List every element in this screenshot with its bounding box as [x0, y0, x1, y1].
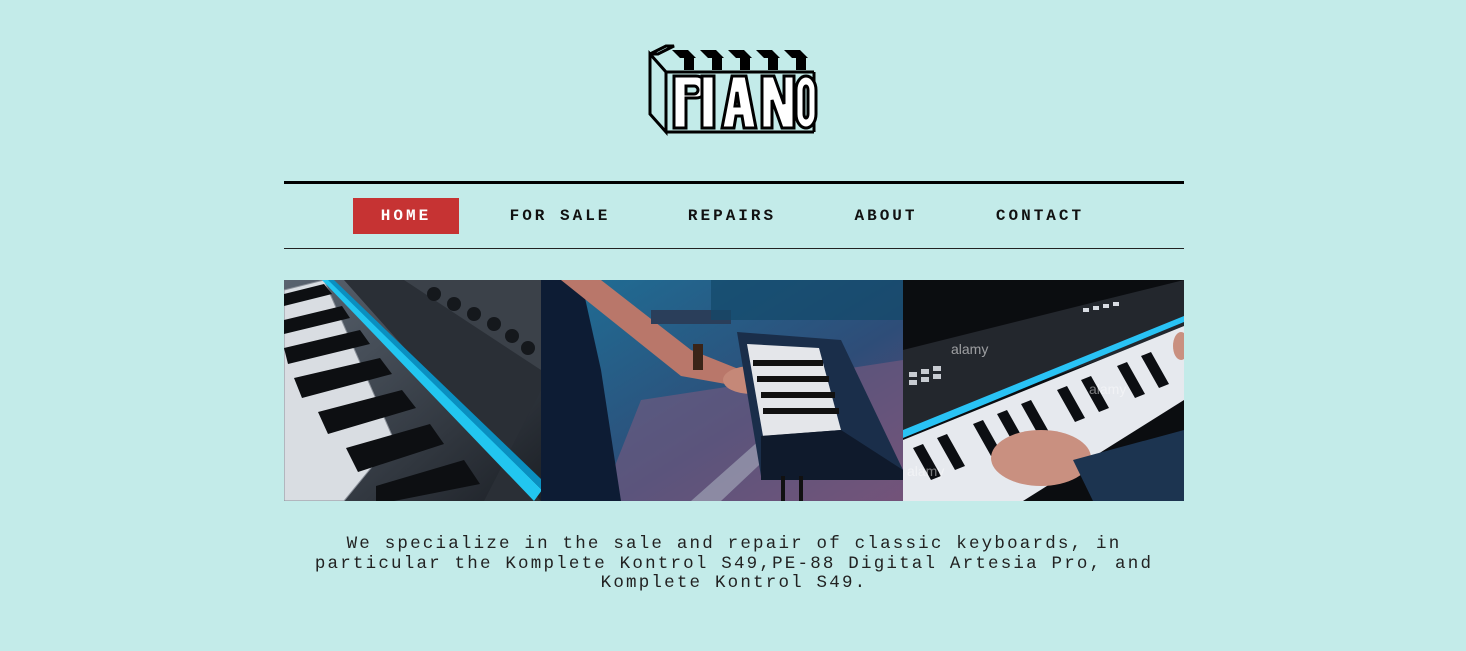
- nav-contact[interactable]: CONTACT: [984, 198, 1096, 234]
- intro-line-1: We specialize in the sale and repair of …: [346, 534, 1122, 554]
- intro-line-3: Komplete Kontrol S49.: [600, 573, 868, 593]
- watermark-text-3: alamy: [907, 463, 944, 479]
- page: HOME FOR SALE REPAIRS ABOUT CONTACT alam…: [0, 0, 1466, 651]
- nav-repairs[interactable]: REPAIRS: [674, 198, 790, 234]
- piano-logo[interactable]: [644, 44, 820, 140]
- photo-keyboard-closeup: [284, 280, 541, 501]
- photo-gallery: alamy alamy alamy: [284, 280, 1184, 501]
- nav-home[interactable]: HOME: [353, 198, 459, 234]
- watermark-text-2: alamy: [1089, 381, 1126, 397]
- photo-midi-controller: alamy alamy alamy: [903, 280, 1184, 501]
- nav-top-divider: [284, 181, 1184, 184]
- intro-text: We specialize in the sale and repair of …: [284, 534, 1184, 594]
- piano-logo-icon: [648, 44, 818, 136]
- photo-musician-keyboard: [541, 280, 903, 501]
- intro-line-2: particular the Komplete Kontrol S49,PE-8…: [314, 553, 1154, 574]
- nav-about[interactable]: ABOUT: [840, 198, 932, 234]
- main-nav: HOME FOR SALE REPAIRS ABOUT CONTACT: [284, 198, 1184, 234]
- nav-bottom-divider: [284, 248, 1184, 249]
- watermark-text: alamy: [951, 341, 988, 357]
- nav-for-sale[interactable]: FOR SALE: [495, 198, 625, 234]
